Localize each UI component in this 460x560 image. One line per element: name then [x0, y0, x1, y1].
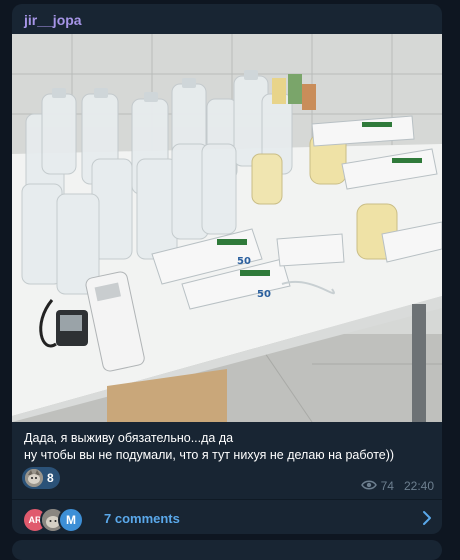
post-caption: Дада, я выживу обязательно...да да ну чт…	[24, 430, 434, 464]
caption-line-1: Дада, я выживу обязательно...да да	[24, 431, 234, 445]
comments-bar[interactable]: AR M 7 comments	[12, 502, 442, 534]
eye-icon	[360, 479, 377, 493]
view-count: 74	[380, 479, 394, 493]
post-time: 22:40	[403, 479, 434, 493]
chevron-right-icon[interactable]	[422, 510, 432, 531]
comments-link[interactable]: 7 comments	[104, 511, 180, 526]
cat-emoji-icon	[25, 469, 43, 487]
svg-text:50: 50	[257, 289, 271, 300]
commenter-avatars: AR M	[22, 507, 86, 533]
reaction-chip[interactable]: 8	[22, 467, 60, 489]
reaction-count: 8	[47, 471, 54, 485]
caption-line-2: ну чтобы вы не подумали, что я тут нихуя…	[24, 448, 395, 462]
channel-post: jir__jopa 50 50 Дада, я выживу обязатель…	[12, 4, 442, 534]
post-meta: 74 22:40	[360, 479, 434, 493]
divider	[12, 499, 442, 500]
next-post-preview	[12, 540, 442, 560]
syringe-size-label: 50	[237, 256, 251, 267]
channel-name[interactable]: jir__jopa	[24, 12, 82, 28]
avatar: M	[58, 507, 84, 533]
post-photo[interactable]: 50 50	[12, 34, 442, 422]
